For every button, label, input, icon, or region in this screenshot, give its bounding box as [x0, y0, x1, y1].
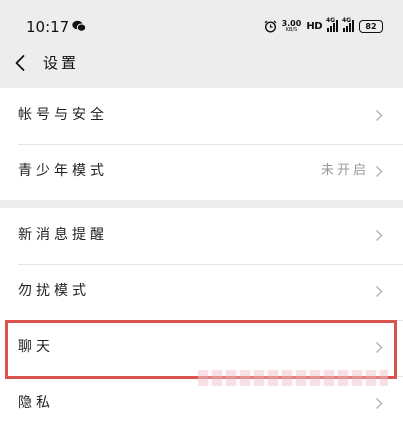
- status-bar: 10:17 3.00 KB/S HD 4G 4G 82: [0, 0, 403, 40]
- row-label: 青少年模式: [18, 163, 108, 179]
- chevron-right-icon: [376, 110, 383, 121]
- settings-group-account: 帐号与安全 青少年模式 未开启: [0, 88, 403, 200]
- wechat-icon: [72, 20, 86, 32]
- row-account-security[interactable]: 帐号与安全: [0, 88, 403, 144]
- row-value: 未开启: [320, 163, 369, 178]
- row-new-message-alerts[interactable]: 新消息提醒: [0, 208, 403, 264]
- chevron-left-icon[interactable]: [12, 54, 30, 72]
- signal-strength-2: 4G: [342, 17, 354, 32]
- status-time: 10:17: [26, 18, 70, 36]
- chevron-right-icon: [376, 398, 383, 409]
- chevron-right-icon: [376, 286, 383, 297]
- battery-indicator: 82: [359, 19, 383, 33]
- network-speed-value: 3.00: [281, 18, 302, 28]
- network-speed-unit: KB/S: [285, 26, 298, 33]
- row-label: 帐号与安全: [18, 107, 108, 123]
- signal-1-label: 4G: [326, 17, 336, 24]
- hd-badge: HD: [306, 20, 322, 32]
- row-label: 勿扰模式: [18, 283, 90, 299]
- chevron-right-icon: [376, 342, 383, 353]
- signal-strength-1: 4G: [326, 17, 338, 32]
- status-indicators: 3.00 KB/S HD 4G 4G 82: [264, 16, 383, 36]
- chevron-right-icon: [376, 230, 383, 241]
- alarm-clock-icon: [264, 20, 277, 33]
- row-chat[interactable]: 聊天: [0, 320, 403, 376]
- network-speed: 3.00 KB/S: [281, 18, 302, 33]
- row-teen-mode[interactable]: 青少年模式 未开启: [0, 144, 403, 200]
- row-privacy[interactable]: 隐私: [0, 376, 403, 432]
- page-header: 设置: [0, 40, 403, 88]
- settings-group-general: 新消息提醒 勿扰模式 聊天 隐私: [0, 208, 403, 436]
- signal-2-label: 4G: [342, 17, 352, 24]
- row-label: 聊天: [18, 339, 54, 355]
- row-label: 新消息提醒: [18, 227, 108, 243]
- page-title: 设置: [43, 54, 80, 72]
- row-label: 隐私: [18, 395, 54, 411]
- row-do-not-disturb[interactable]: 勿扰模式: [0, 264, 403, 320]
- chevron-right-icon: [376, 166, 383, 177]
